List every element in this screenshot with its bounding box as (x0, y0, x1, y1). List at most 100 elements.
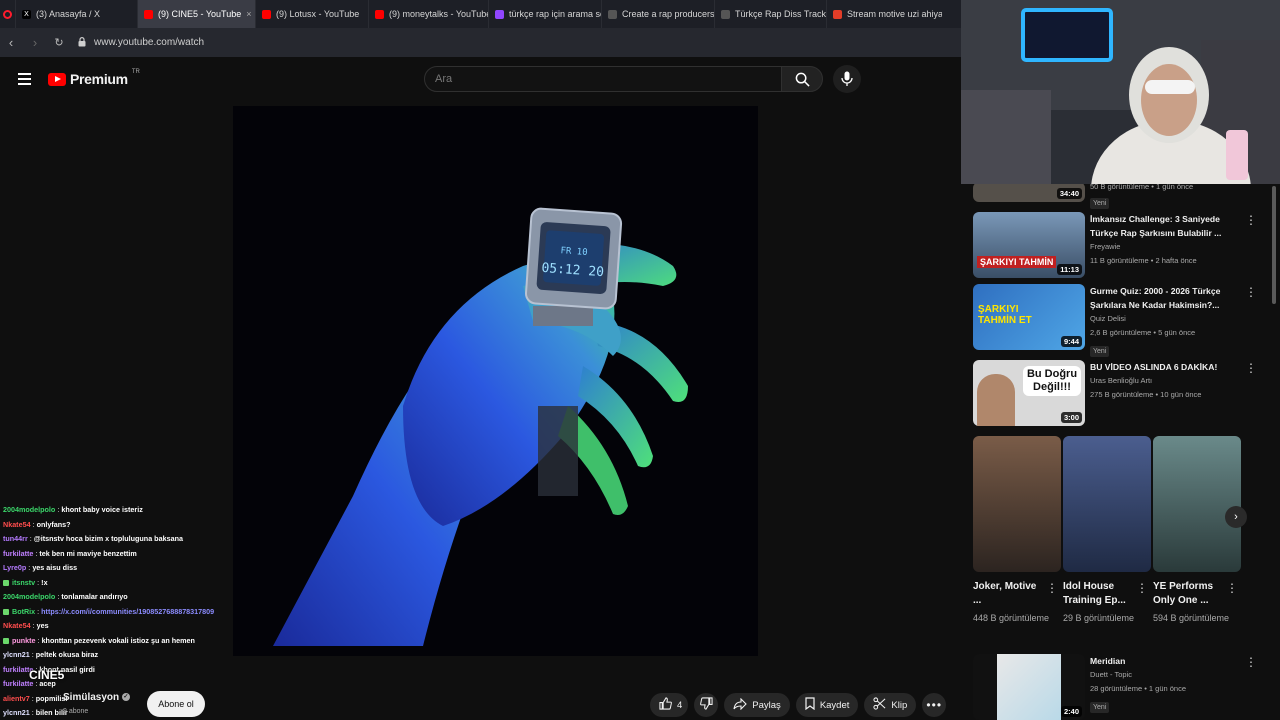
tab-moneytalks-youtube[interactable]: (9) moneytalks - YouTube (369, 0, 489, 28)
tab-label: (3) Anasayfa / X (36, 9, 101, 19)
more-options-icon[interactable]: ⋮ (1245, 362, 1257, 374)
channel-name[interactable]: Freyawie (1090, 240, 1240, 254)
forward-icon[interactable]: › (30, 35, 40, 50)
more-options-icon[interactable]: ⋮ (1245, 286, 1257, 298)
tab-tiermaker-producers[interactable]: Create a rap producers Tie (602, 0, 715, 28)
short-title[interactable]: YE Performs Only One ... (1153, 580, 1225, 608)
recommendation-item[interactable]: Bu Doğru Değil!!! 3:00 BU VİDEO ASLINDA … (973, 360, 1273, 428)
video-player[interactable]: FR 10 05:12 20 (233, 106, 758, 656)
more-options-icon[interactable]: ⋮ (1226, 582, 1238, 594)
video-thumbnail: 2:40 (973, 654, 1085, 720)
video-thumbnail: Bu Doğru Değil!!! 3:00 (973, 360, 1085, 426)
menu-icon[interactable] (18, 73, 31, 85)
video-meta: 2,6 B görüntüleme • 5 gün önce (1090, 328, 1196, 337)
tab-lotusx-youtube[interactable]: (9) Lotusx - YouTube (256, 0, 369, 28)
channel-name[interactable]: Duett - Topic (1090, 668, 1240, 682)
more-options-icon[interactable]: ⋮ (1046, 582, 1058, 594)
short-thumbnail (1153, 436, 1241, 572)
reload-icon[interactable]: ↻ (54, 36, 64, 49)
short-title[interactable]: Joker, Motive ... (973, 580, 1045, 608)
chat-text[interactable]: https://x.com/i/communities/190852768887… (41, 607, 214, 616)
recommendation-item[interactable]: ŞARKIYI TAHMİN ET 9:44 Gurme Quiz: 2000 … (973, 284, 1273, 357)
clip-label: Klip (891, 699, 908, 711)
chat-badge-icon (3, 579, 9, 586)
short-thumbnail (1063, 436, 1151, 572)
search-input[interactable]: Ara (424, 66, 782, 92)
channel-name[interactable]: Uras Benlioğlu Artı (1090, 374, 1240, 388)
voice-search-button[interactable] (833, 65, 861, 93)
channel-name[interactable]: Quiz Delisi (1090, 312, 1240, 326)
x-icon: X (22, 9, 31, 19)
chat-message: tun44rr : @itsnstv hoca bizim x toplulug… (3, 534, 183, 543)
chat-text: peltek okusa biraz (35, 650, 99, 659)
more-options-icon[interactable]: ⋮ (1136, 582, 1148, 594)
like-count: 4 (677, 699, 683, 711)
album-art (997, 654, 1061, 720)
tab-tiermaker-diss[interactable]: Türkçe Rap Diss Track - Tie (715, 0, 827, 28)
tab-label: (9) Lotusx - YouTube (276, 9, 360, 19)
duration-badge: 2:40 (1060, 706, 1082, 717)
tab-x[interactable]: X (3) Anasayfa / X (16, 0, 138, 28)
youtube-logo-icon (48, 72, 66, 86)
more-options-icon[interactable]: ⋮ (1245, 214, 1257, 226)
shorts-next-button[interactable]: › (1225, 506, 1247, 528)
short-item[interactable]: YE Performs Only One ... ⋮ 594 B görüntü… (1153, 436, 1241, 623)
video-meta: 28 görüntüleme • 1 gün önce (1090, 684, 1187, 693)
close-tab-icon[interactable]: × (246, 9, 251, 19)
stream-chat-overlay: 2004modelpolo : khont baby voice isteriz… (3, 503, 253, 720)
tab-cine5-youtube[interactable]: (9) CINE5 - YouTube × (138, 0, 256, 28)
video-title[interactable]: Gurme Quiz: 2000 - 2026 Türkçe Şarkılara… (1090, 284, 1240, 312)
like-button[interactable]: 4 (650, 693, 689, 717)
duration-badge: 34:40 (1056, 188, 1082, 199)
chat-text: khonttan pezevenk vokali istioz şu an he… (41, 635, 195, 645)
browser-tab-bar: X (3) Anasayfa / X (9) CINE5 - YouTube ×… (0, 0, 962, 28)
save-label: Kaydet (819, 699, 850, 711)
logo-text: Premium (70, 71, 128, 87)
short-item[interactable]: Idol House Training Ep... ⋮ 29 B görüntü… (1063, 436, 1151, 623)
chat-message: 2004modelpolo : khont baby voice isteriz (3, 505, 143, 514)
video-frame-hand-watch: FR 10 05:12 20 (233, 106, 758, 656)
thumbnail-caption: ŞARKIYI TAHMİN (977, 256, 1057, 268)
clip-button[interactable]: Klip (864, 693, 917, 717)
opera-icon[interactable] (0, 0, 16, 28)
recommendation-item[interactable]: 2:40 Meridian Duett - Topic 28 görüntüle… (973, 654, 1273, 720)
country-code: TR (131, 69, 140, 75)
short-item[interactable]: Joker, Motive ... ⋮ 448 B görüntüleme (973, 436, 1061, 623)
short-title[interactable]: Idol House Training Ep... (1063, 580, 1135, 608)
tab-label: Türkçe Rap Diss Track - Tie (735, 9, 827, 19)
thumbnail-caption: ŞARKIYI TAHMİN ET (978, 304, 1032, 326)
scissors-icon (873, 697, 886, 713)
chat-text: @itsnstv hoca bizim x topluluguna baksan… (33, 534, 183, 543)
search-button[interactable] (781, 66, 823, 92)
screen: X (3) Anasayfa / X (9) CINE5 - YouTube ×… (0, 0, 1280, 720)
tab-label: Stream motive uzi ahiyan (847, 9, 942, 19)
back-icon[interactable]: ‹ (6, 35, 16, 50)
channel-watermark: CINE5 (29, 668, 65, 682)
youtube-icon (262, 9, 271, 19)
url-text[interactable]: www.youtube.com/watch (94, 37, 204, 48)
chat-username: BotRix (12, 606, 36, 616)
video-meta: 11 B görüntüleme • 2 hafta önce (1090, 256, 1197, 265)
chat-badge-icon (3, 608, 9, 615)
tab-twitch-search[interactable]: türkçe rap için arama sonu (489, 0, 602, 28)
twitch-icon (495, 9, 504, 19)
channel-name-text: Simülasyon (63, 692, 120, 703)
subscribe-button[interactable]: Abone ol (147, 691, 205, 717)
video-title[interactable]: Meridian (1090, 654, 1240, 668)
video-title[interactable]: BU VİDEO ASLINDA 6 DAKİKA! (1090, 360, 1240, 374)
tab-stream-motive[interactable]: Stream motive uzi ahiyan (827, 0, 942, 28)
dislike-button[interactable] (694, 693, 719, 717)
youtube-premium-logo[interactable]: Premium TR (48, 69, 140, 87)
more-actions-button[interactable]: ••• (922, 693, 947, 717)
recommendation-item[interactable]: ŞARKIYI TAHMİN 11:13 İmkansız Challenge:… (973, 212, 1273, 280)
duration-badge: 9:44 (1060, 336, 1082, 347)
new-badge: Yeni (1090, 346, 1110, 357)
share-button[interactable]: Paylaş (724, 693, 790, 717)
webcam-frame (961, 0, 1280, 184)
chat-message: 2004modelpolo : tonlamalar andırıyo (3, 592, 128, 601)
more-options-icon[interactable]: ⋮ (1245, 656, 1257, 668)
sidebar-scrollbar[interactable] (1272, 186, 1276, 304)
video-title[interactable]: İmkansız Challenge: 3 Saniyede Türkçe Ra… (1090, 212, 1240, 240)
save-button[interactable]: Kaydet (795, 693, 859, 717)
channel-name[interactable]: Simülasyon ✓ (63, 692, 130, 703)
